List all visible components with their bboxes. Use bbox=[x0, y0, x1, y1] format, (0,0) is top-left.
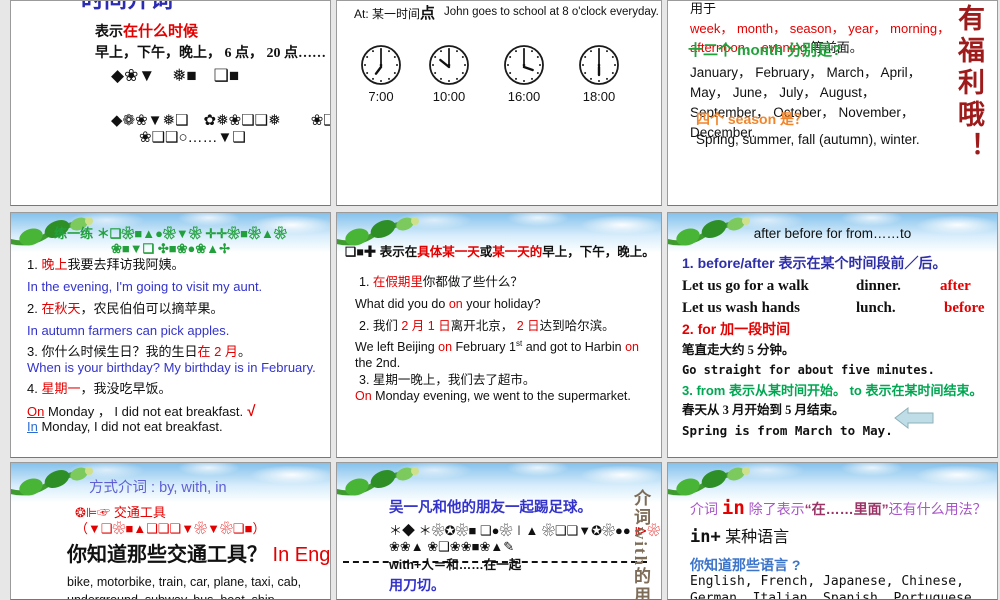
slide1-line-means: 表示在什么时候 bbox=[95, 24, 199, 40]
clock-icon bbox=[577, 43, 621, 87]
slide4-line: In autumn farmers can pick apples. bbox=[27, 323, 230, 338]
slide9-title: 介词 in 除了表示“在……里面”还有什么用法？ bbox=[690, 497, 987, 519]
slide-6-after-before-for-from-to: after before for from……to 1. before/afte… bbox=[668, 213, 997, 457]
slide6-word-dinner: dinner. bbox=[856, 278, 901, 294]
slide7-vehicle-list: bike, motorbike, train, car, plane, taxi… bbox=[67, 575, 302, 600]
slide1-symbols-3: ❀❑❑○……▼❑ bbox=[139, 129, 246, 146]
slide4-header-1: 练一练 ＊❑❀■▲●❀▼❀ ✛✛❀■❀▲❀ bbox=[54, 226, 287, 241]
slide6-sentence-wash: Let us wash hands bbox=[682, 300, 800, 316]
slide8-with-note: with+人＝和……在一起 bbox=[389, 558, 522, 572]
slide-thumb-9[interactable]: 介词 in 除了表示“在……里面”还有什么用法？ in+ 某种语言 你知道那些语… bbox=[667, 462, 998, 600]
slide3-months: January， February， March， April， May， Ju… bbox=[690, 65, 922, 140]
slide4-line: In Monday, I did not eat breakfast. bbox=[27, 419, 223, 434]
clock-time-label: 10:00 bbox=[432, 89, 466, 104]
slide8-symbols-1: ＊◆ ＊❀✪❀■ ❑●❀∣▲ ❀❑❑▼✪❀●● ⧐❀▼❀ bbox=[389, 523, 661, 538]
slide4-line: In the evening, I'm going to visit my au… bbox=[27, 279, 263, 294]
slide8-vertical-note: 介词with的用法 bbox=[631, 489, 650, 600]
slide5-line: On Monday evening, we went to the superm… bbox=[355, 389, 631, 403]
clock-time-label: 16:00 bbox=[507, 89, 541, 104]
slide3-vertical-note: 有福利哦！ bbox=[954, 4, 984, 164]
slide6-answer-after: after bbox=[940, 278, 971, 294]
clock-icon bbox=[427, 43, 471, 87]
clock-icon bbox=[359, 43, 403, 87]
slide-thumb-4[interactable]: 练一练 ＊❑❀■▲●❀▼❀ ✛✛❀■❀▲❀ ❀■▼❑ ✣■❀●❀▲✢ 1. 晚上… bbox=[10, 212, 331, 458]
slide8-cn-football: 吴一凡和他的朋友一起踢足球。 bbox=[389, 500, 592, 516]
slide7-question-cn: 你知道那些交通工具？ bbox=[67, 544, 267, 566]
leaf-decoration-icon bbox=[11, 465, 101, 510]
slide4-line: When is your birthday? My birthday is in… bbox=[27, 360, 316, 375]
slide-thumb-2[interactable]: At: 某一时间点 John goes to school at 8 o'clo… bbox=[336, 0, 662, 206]
slide-4-practice: 练一练 ＊❑❀■▲●❀▼❀ ✛✛❀■❀▲❀ ❀■▼❑ ✣■❀●❀▲✢ 1. 晚上… bbox=[11, 213, 330, 457]
slide5-line: 2. 我们 2 月 1 日离开北京， 2 日达到哈尔滨。 bbox=[359, 319, 615, 333]
slide-5-specific-day: ❑■✚ 表示在具体某一天或某一天的早上，下午，晚上。 1. 在假期里你都做了些什… bbox=[337, 213, 661, 457]
slide6-rule-3: 3. from 表示从某时间开始。 to 表示在某时间结束。 bbox=[682, 383, 983, 398]
slide7-transport-label: ❂⊫☞ 交通工具 bbox=[75, 505, 166, 520]
slide-thumb-8[interactable]: 吴一凡和他的朋友一起踢足球。 ＊◆ ＊❀✪❀■ ❑●❀∣▲ ❀❑❑▼✪❀●● ⧐… bbox=[336, 462, 662, 600]
slide5-line: What did you do on your holiday? bbox=[355, 297, 541, 311]
slide9-in-language: in+ 某种语言 bbox=[690, 527, 790, 547]
slide4-line: 3. 你什么时候生日？我的生日在 2 月。 bbox=[27, 344, 251, 359]
slide4-line: 4. 星期一，我没吃早饭。 bbox=[27, 381, 172, 396]
slide-thumb-5[interactable]: ❑■✚ 表示在具体某一天或某一天的早上，下午，晚上。 1. 在假期里你都做了些什… bbox=[336, 212, 662, 458]
slide9-language-list: English, French, Japanese, Chinese, Germ… bbox=[690, 574, 980, 600]
slide6-en-spring: Spring is from March to May. bbox=[682, 423, 893, 438]
slide4-line: 2. 在秋天，农民伯伯可以摘苹果。 bbox=[27, 301, 224, 316]
slide5-line: 3. 星期一晚上，我们去了超市。 bbox=[359, 373, 536, 387]
slide3-seasons: Spring, summer, fall (autumn), winter. bbox=[696, 132, 920, 147]
slide4-header-2: ❀■▼❑ ✣■❀●❀▲✢ bbox=[110, 241, 231, 256]
slide-thumb-6[interactable]: after before for from……to 1. before/afte… bbox=[667, 212, 998, 458]
slide-1-time-prepositions: 时间介词 表示在什么时候 早上，下午，晚上， 6 点， 20 点…… ◆❀▼ ❅… bbox=[11, 1, 331, 205]
slide6-answer-before: before bbox=[944, 300, 985, 316]
slide6-cn-straight: 笔直走大约 5 分钟。 bbox=[682, 343, 795, 357]
clock-icon bbox=[502, 43, 546, 87]
slide1-title: 时间介词 bbox=[81, 1, 173, 14]
slide-7-by-with-in: 方式介词 : by, with, in ❂⊫☞ 交通工具 （▼❑❀■▲❑❑❑▼❀… bbox=[11, 463, 331, 600]
slide6-en-straight: Go straight for about five minutes. bbox=[682, 363, 935, 377]
slide-3-time-words: 用于 week， month， season， year， morning， a… bbox=[668, 1, 997, 205]
slide3-used-for: 用于 bbox=[690, 1, 717, 16]
slide6-cn-spring: 春天从 3 月开始到 5 月结束。 bbox=[682, 403, 845, 417]
slide5-line: We left Beijing on February 1st and got … bbox=[355, 339, 639, 370]
slide2-sentence: John goes to school at 8 o'clock everyda… bbox=[444, 6, 659, 18]
slide1-line-examples: 早上，下午，晚上， 6 点， 20 点…… bbox=[95, 46, 326, 61]
slide6-sentence-walk: Let us go for a walk bbox=[682, 278, 809, 294]
slide9-question: 你知道那些语言 ? bbox=[690, 557, 801, 573]
slide5-title: ❑■✚ 表示在具体某一天或某一天的早上，下午，晚上。 bbox=[345, 245, 655, 259]
slide6-word-lunch: lunch. bbox=[856, 300, 896, 316]
slide6-rule-2: 2. for 加一段时间 bbox=[682, 321, 791, 337]
slide7-symbols: （▼❑❀■▲❑❑❑▼❀▼❀❑■） bbox=[75, 521, 266, 536]
clock-time-label: 7:00 bbox=[368, 89, 394, 104]
slide2-at-label: At: 某一时间点 bbox=[354, 5, 436, 22]
slide1-symbols-2: ◆❁❀▼❅❑ ✿❅❀❑❑❅ ❀❑❑ bbox=[111, 112, 331, 129]
slide5-line: 1. 在假期里你都做了些什么？ bbox=[359, 275, 523, 289]
slide1-symbols-1: ◆❀▼ ❅■ ❑■ bbox=[111, 66, 240, 85]
slide7-question-en: In English bbox=[272, 544, 331, 566]
slide6-rule-1: 1. before/after 表示在某个时间段前／后。 bbox=[682, 255, 947, 271]
left-arrow-icon bbox=[894, 406, 934, 434]
slide-9-in-usage: 介词 in 除了表示“在……里面”还有什么用法？ in+ 某种语言 你知道那些语… bbox=[668, 463, 997, 600]
slide6-title: after before for from……to bbox=[753, 226, 912, 241]
slide3-question-months: 十二个 month 分别是? bbox=[688, 42, 842, 59]
slide-thumb-7[interactable]: 方式介词 : by, with, in ❂⊫☞ 交通工具 （▼❑❀■▲❑❑❑▼❀… bbox=[10, 462, 331, 600]
slide8-cn-knife: 用刀切。 bbox=[389, 577, 445, 593]
slide-thumb-3[interactable]: 用于 week， month， season， year， morning， a… bbox=[667, 0, 998, 206]
slide7-title: 方式介词 : by, with, in bbox=[89, 480, 227, 496]
clock-time-label: 18:00 bbox=[582, 89, 616, 104]
slide7-question: 你知道那些交通工具？ In English bbox=[67, 543, 331, 568]
slide-thumb-1[interactable]: 时间介词 表示在什么时候 早上，下午，晚上， 6 点， 20 点…… ◆❀▼ ❅… bbox=[10, 0, 331, 206]
dashed-divider: with+人＝和……在一起 bbox=[343, 553, 647, 572]
slide3-question-seasons: 四个 season 是？ bbox=[696, 111, 809, 127]
slide4-line: 1. 晚上我要去拜访我阿姨。 bbox=[27, 257, 185, 272]
slide-8-with-usage: 吴一凡和他的朋友一起踢足球。 ＊◆ ＊❀✪❀■ ❑●❀∣▲ ❀❑❑▼✪❀●● ⧐… bbox=[337, 463, 661, 600]
slide-2-at-clocks: At: 某一时间点 John goes to school at 8 o'clo… bbox=[337, 1, 661, 205]
